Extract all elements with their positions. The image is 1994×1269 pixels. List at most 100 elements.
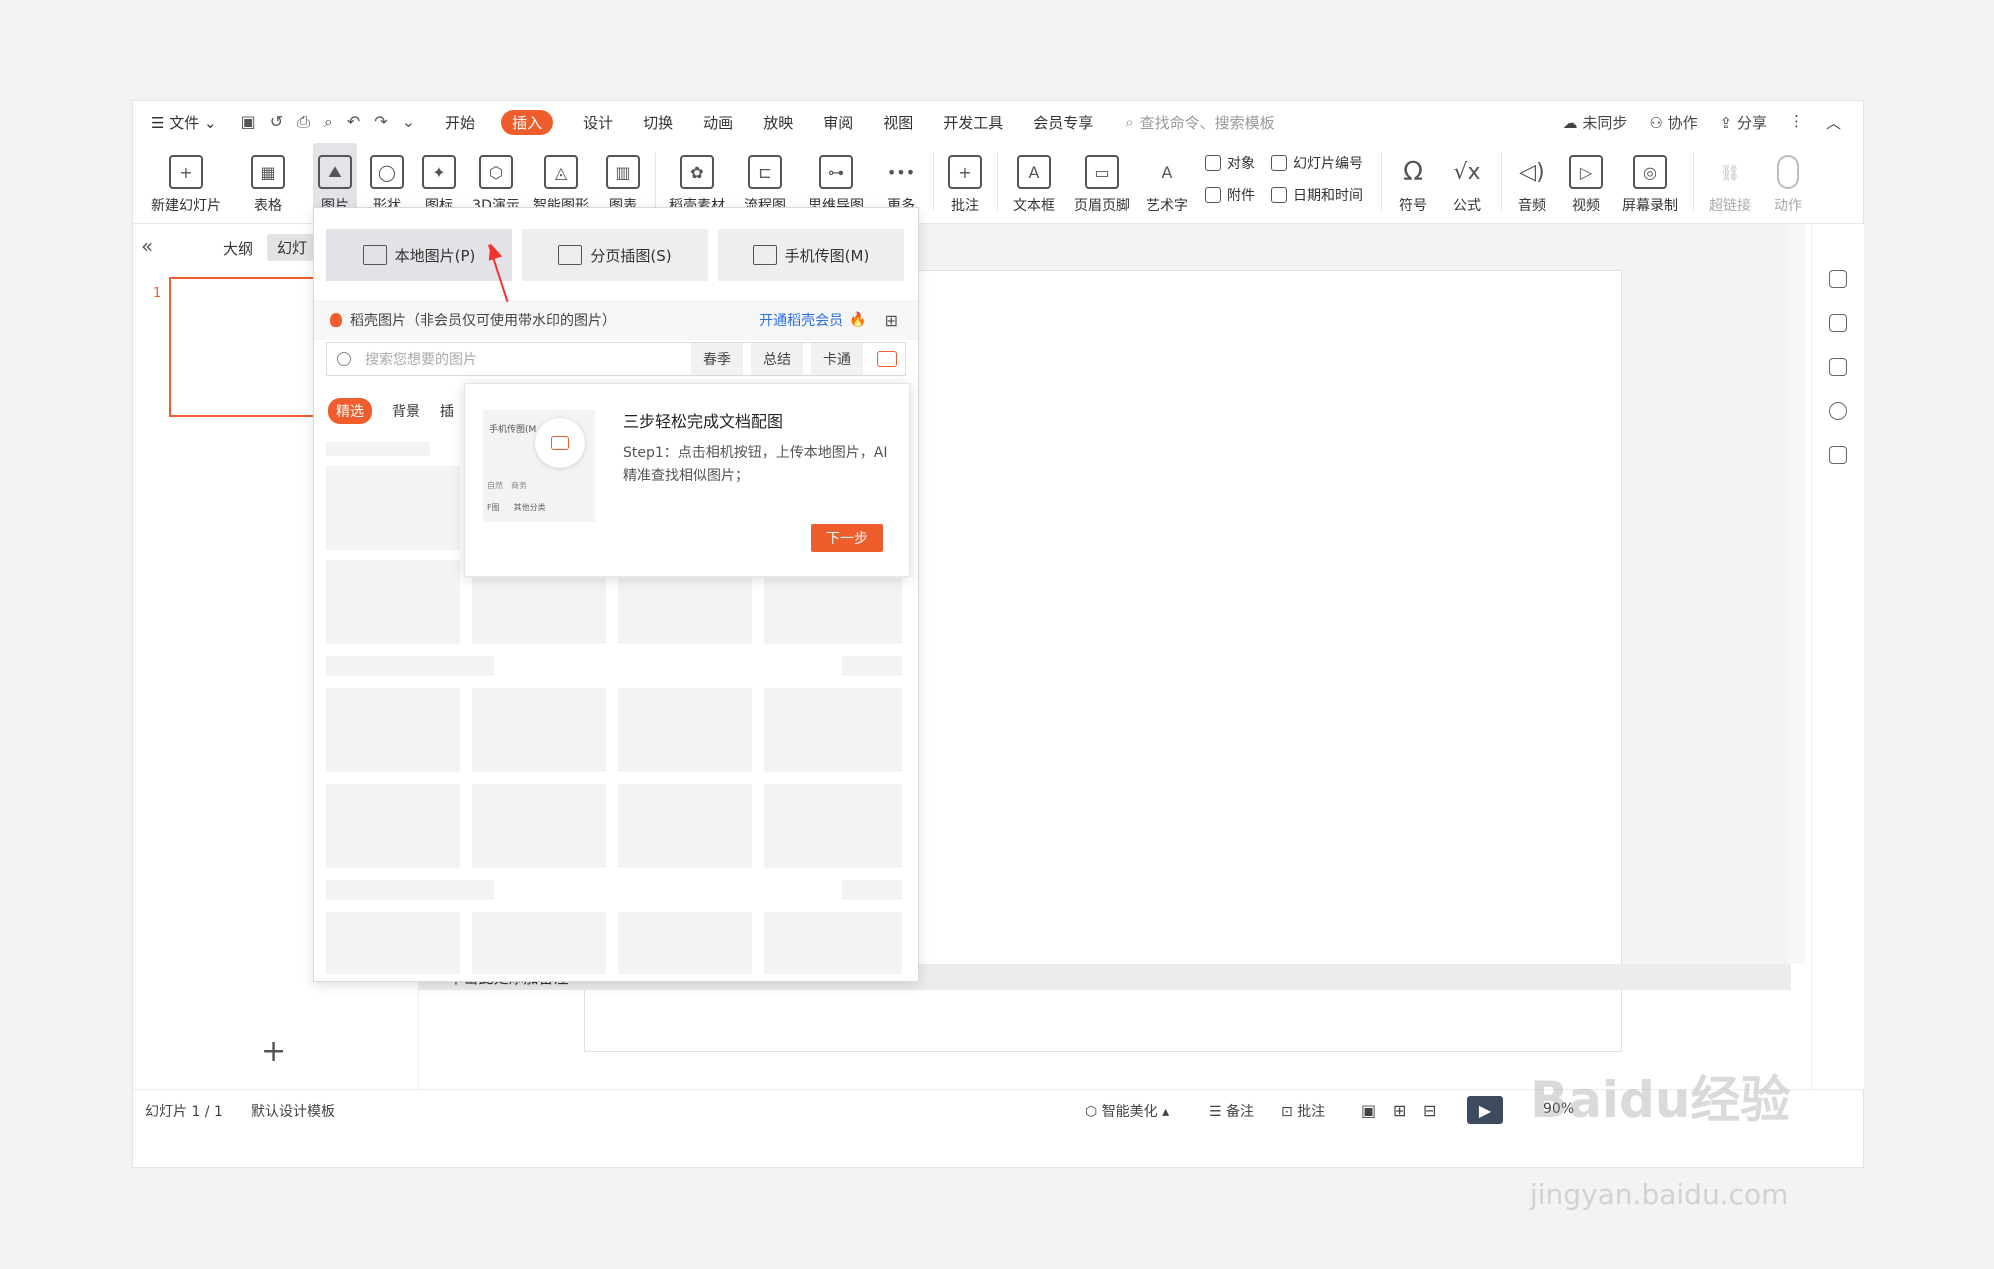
picture-tile[interactable] (618, 912, 752, 974)
3d-button[interactable]: ⬡ 3D演示 (469, 143, 523, 215)
datetime-button[interactable]: 日期和时间 (1271, 185, 1363, 205)
tab-transition[interactable]: 切换 (643, 112, 673, 133)
picture-tile[interactable] (764, 688, 902, 772)
play-slideshow-button[interactable]: ▶ (1467, 1096, 1503, 1124)
more-button[interactable]: ••• 更多 (879, 143, 923, 215)
picture-tile[interactable] (618, 688, 752, 772)
picture-tile[interactable] (326, 688, 460, 772)
sorter-view-icon[interactable]: ⊞ (1393, 1101, 1406, 1120)
undo-icon[interactable]: ↶ (347, 112, 360, 132)
normal-view-icon[interactable]: ▣ (1361, 1101, 1376, 1120)
comment-button[interactable]: + 批注 (943, 143, 987, 215)
picture-tile[interactable] (326, 466, 460, 550)
add-slide-icon[interactable]: + (261, 1034, 286, 1069)
chart-button[interactable]: ▥ 图表 (601, 143, 645, 215)
video-button[interactable]: ▷ 视频 (1561, 143, 1611, 215)
phone-picture-button[interactable]: 手机传图(M) (718, 229, 904, 281)
print-icon[interactable]: ⎙ (297, 112, 310, 132)
undo-alt-icon[interactable]: ↺ (270, 112, 283, 132)
action-button[interactable]: 动作 (1765, 143, 1811, 215)
textbox-button[interactable]: A 文本框 (1005, 143, 1063, 215)
search-tag-summary[interactable]: 总结 (751, 343, 803, 375)
redo-icon[interactable]: ↷ (374, 112, 387, 132)
shape-button[interactable]: ◯ 形状 (365, 143, 409, 215)
symbol-button[interactable]: Ω 符号 (1389, 143, 1437, 215)
tab-developer[interactable]: 开发工具 (943, 112, 1003, 133)
help-icon[interactable] (1829, 402, 1847, 420)
material-button[interactable]: ✿ 稻壳素材 (665, 143, 729, 215)
local-picture-button[interactable]: 本地图片(P) (326, 229, 512, 281)
star-icon[interactable] (1829, 314, 1847, 332)
beautify-button[interactable]: ⬡ 智能美化 ▴ (1085, 1101, 1169, 1121)
mindmap-button[interactable]: ⊶ 思维导图 (801, 143, 871, 215)
picture-search-box[interactable]: 搜索您想要的图片 春季 总结 卡通 (326, 342, 906, 376)
search-tag-spring[interactable]: 春季 (691, 343, 743, 375)
slides-tab[interactable]: 幻灯 (267, 234, 318, 261)
header-footer-button[interactable]: ▭ 页眉页脚 (1071, 143, 1133, 215)
file-menu[interactable]: ☰ 文件 ⌄ (151, 112, 217, 133)
category-featured[interactable]: 精选 (328, 398, 372, 424)
picture-tile[interactable] (764, 912, 902, 974)
tab-home[interactable]: 开始 (445, 112, 475, 133)
category-background[interactable]: 背景 (392, 401, 420, 421)
tab-insert[interactable]: 插入 (501, 109, 554, 135)
picture-tile[interactable] (326, 912, 460, 974)
picture-tile[interactable] (764, 578, 902, 644)
formula-button[interactable]: √x 公式 (1443, 143, 1491, 215)
picture-tile[interactable] (472, 912, 606, 974)
picture-tile[interactable] (326, 784, 460, 868)
grid-apps-icon[interactable]: ⊞ (885, 311, 898, 330)
picture-tile[interactable] (618, 578, 752, 644)
tab-review[interactable]: 审阅 (823, 112, 853, 133)
picture-tile[interactable] (472, 784, 606, 868)
vertical-scrollbar[interactable] (1789, 224, 1805, 964)
picture-tile[interactable] (472, 578, 606, 644)
picture-button[interactable]: ⛰ 图片 (313, 143, 357, 215)
more-vertical-icon[interactable]: ⋮ (1789, 112, 1804, 133)
collapse-ribbon-icon[interactable]: ︿ (1826, 112, 1841, 133)
preview-icon[interactable]: ⌕ (324, 112, 333, 132)
new-slide-button[interactable]: + 新建幻灯片 (143, 143, 229, 215)
picture-tile[interactable] (618, 784, 752, 868)
sync-button[interactable]: ☁ 未同步 (1563, 112, 1628, 133)
tab-view[interactable]: 视图 (883, 112, 913, 133)
reading-view-icon[interactable]: ⊟ (1423, 1101, 1436, 1120)
command-search[interactable]: ⌕ 查找命令、搜索模板 (1125, 112, 1274, 133)
collapse-panel-icon[interactable]: « (141, 234, 153, 258)
open-vip-link[interactable]: 开通稻壳会员 (759, 310, 843, 330)
icon-button[interactable]: ✦ 图标 (417, 143, 461, 215)
slide-number-button[interactable]: 幻灯片编号 (1271, 153, 1363, 173)
hyperlink-button[interactable]: ⛓ 超链接 (1701, 143, 1759, 215)
outline-tab[interactable]: 大纲 (223, 238, 253, 259)
camera-icon[interactable] (877, 351, 897, 367)
archive-icon[interactable] (1829, 446, 1847, 464)
wordart-button[interactable]: A 艺术字 (1141, 143, 1193, 215)
collab-button[interactable]: ⚇ 协作 (1649, 112, 1697, 133)
picture-tile[interactable] (764, 784, 902, 868)
flowchart-button[interactable]: ⊏ 流程图 (737, 143, 793, 215)
share-button[interactable]: ⇪ 分享 (1720, 112, 1767, 133)
tab-animation[interactable]: 动画 (703, 112, 733, 133)
screen-record-button[interactable]: ◎ 屏幕录制 (1617, 143, 1683, 215)
next-step-button[interactable]: 下一步 (811, 524, 883, 552)
slide-thumbnail[interactable] (169, 277, 319, 417)
copy-icon[interactable] (1829, 358, 1847, 376)
object-button[interactable]: 对象 (1205, 153, 1255, 173)
template-name[interactable]: 默认设计模板 (251, 1101, 335, 1121)
attachment-button[interactable]: 附件 (1205, 185, 1255, 205)
picture-tile[interactable] (472, 688, 606, 772)
picture-tile[interactable] (326, 560, 460, 644)
tab-design[interactable]: 设计 (583, 112, 613, 133)
category-illustration[interactable]: 插 (440, 401, 454, 421)
properties-icon[interactable] (1829, 270, 1847, 288)
customize-icon[interactable]: ⌄ (402, 112, 415, 132)
smart-graphic-button[interactable]: ◬ 智能图形 (531, 143, 591, 215)
comment-toggle[interactable]: ⊡ 批注 (1281, 1101, 1325, 1121)
save-icon[interactable]: ▣ (241, 112, 256, 132)
table-button[interactable]: ▦ 表格 (245, 143, 291, 215)
tab-slideshow[interactable]: 放映 (763, 112, 793, 133)
notes-toggle[interactable]: ☰ 备注 (1209, 1101, 1254, 1121)
audio-button[interactable]: ◁) 音频 (1509, 143, 1555, 215)
tab-member[interactable]: 会员专享 (1033, 112, 1093, 133)
search-tag-cartoon[interactable]: 卡通 (811, 343, 863, 375)
